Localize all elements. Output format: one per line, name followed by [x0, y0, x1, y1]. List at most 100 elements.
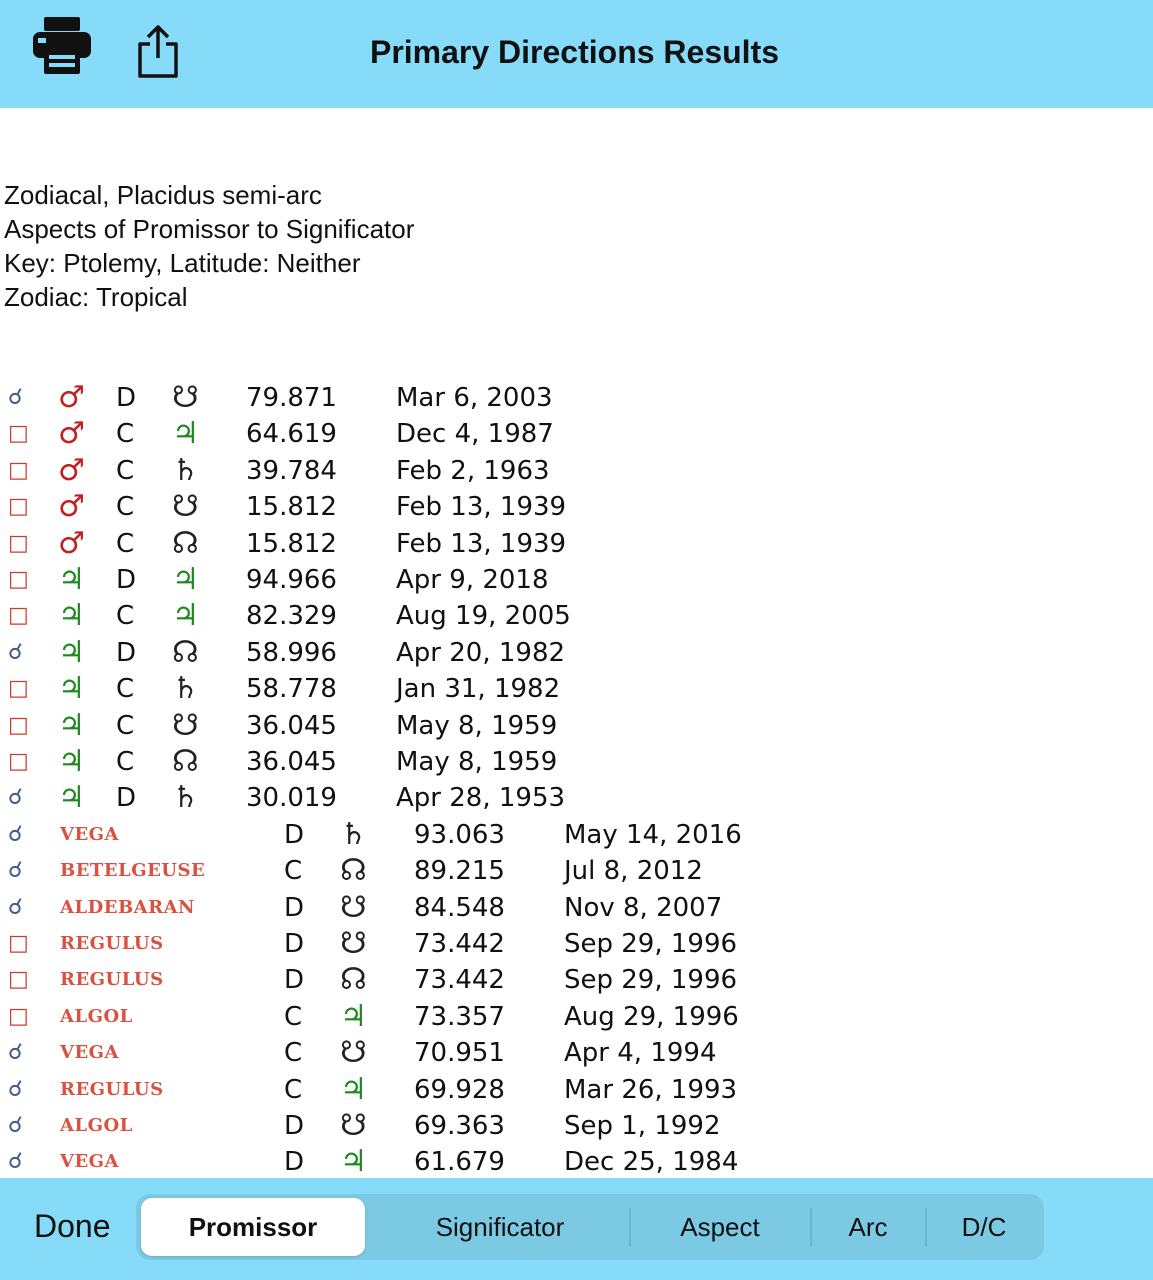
arc-value: 36.045 [246, 710, 337, 741]
direction-type: C [116, 674, 135, 705]
aspect-symbol: ☌ [8, 1149, 23, 1175]
aspect-symbol: □ [8, 421, 29, 447]
direction-date: Nov 8, 2007 [564, 892, 723, 923]
aspect-symbol: □ [8, 457, 29, 483]
direction-date: Dec 25, 1984 [564, 1147, 739, 1178]
direction-row: ☌ VEGA D ♃ 61.679 Dec 25, 1984 [0, 1144, 1153, 1180]
direction-row: ☌ BETELGEUSE C ☊ 89.215 Jul 8, 2012 [0, 853, 1153, 889]
arc-value: 36.045 [246, 747, 337, 777]
direction-date: Feb 13, 1939 [396, 528, 567, 559]
segment-aspect[interactable]: Aspect [632, 1198, 808, 1256]
direction-row: ☌ VEGA C ☋ 70.951 Apr 4, 1994 [0, 1035, 1153, 1071]
aspect-symbol: ☌ [8, 785, 23, 811]
fixed-star-name: ALDEBARAN [60, 896, 196, 918]
aspect-symbol: ☌ [8, 1040, 23, 1066]
significator-glyph: ♃ [172, 562, 199, 597]
bottom-toolbar: Done Promissor Significator Aspect Arc D… [0, 1178, 1153, 1280]
direction-row: ☌ VEGA D ♄ 93.063 May 14, 2016 [0, 817, 1153, 853]
arc-value: 69.363 [414, 1111, 505, 1141]
direction-type: C [116, 710, 135, 741]
significator-glyph: ☊ [172, 634, 199, 670]
direction-type: D [284, 1111, 305, 1141]
fixed-star-name: VEGA [60, 1042, 120, 1064]
segment-significator[interactable]: Significator [380, 1198, 620, 1256]
promissor-glyph: ♃ [58, 744, 85, 779]
direction-date: Feb 2, 1963 [396, 455, 550, 486]
direction-row: □ ♂ C ☋ 15.812 Feb 13, 1939 [0, 489, 1153, 525]
page-title: Primary Directions Results [0, 34, 1153, 71]
direction-type: D [284, 1147, 305, 1178]
promissor-glyph: ♂ [58, 489, 85, 525]
fixed-star-name: VEGA [60, 823, 120, 845]
direction-row: □ ALGOL C ♃ 73.357 Aug 29, 1996 [0, 999, 1153, 1035]
direction-date: Dec 4, 1987 [396, 419, 554, 450]
arc-value: 73.357 [414, 1001, 505, 1032]
direction-row: □ ♃ D ♃ 94.966 Apr 9, 2018 [0, 562, 1153, 598]
fixed-star-name: REGULUS [60, 969, 164, 991]
promissor-glyph: ♃ [58, 780, 85, 816]
arc-value: 73.442 [414, 965, 505, 996]
aspect-symbol: □ [8, 567, 29, 592]
direction-date: May 8, 1959 [396, 710, 558, 741]
aspect-mode-text: Aspects of Promissor to Significator [4, 214, 415, 244]
direction-date: Mar 26, 1993 [564, 1074, 738, 1105]
promissor-glyph: ♃ [58, 634, 85, 670]
significator-glyph: ♄ [172, 780, 199, 816]
done-button[interactable]: Done [34, 1208, 111, 1245]
significator-glyph: ♄ [172, 452, 199, 488]
aspect-symbol: □ [8, 676, 29, 702]
direction-date: Aug 29, 1996 [564, 1001, 739, 1032]
arc-value: 15.812 [246, 528, 337, 559]
direction-type: D [284, 929, 305, 959]
direction-row: □ REGULUS D ☊ 73.442 Sep 29, 1996 [0, 962, 1153, 998]
fixed-star-name: VEGA [60, 1151, 120, 1173]
direction-type: C [116, 419, 135, 450]
direction-type: C [116, 747, 135, 777]
promissor-glyph: ♂ [58, 525, 85, 561]
direction-row: □ ♂ C ☊ 15.812 Feb 13, 1939 [0, 526, 1153, 562]
page-title-text: Primary Directions Results [369, 34, 780, 70]
arc-value: 30.019 [246, 783, 337, 814]
direction-row: ☌ ♃ D ♄ 30.019 Apr 28, 1953 [0, 780, 1153, 816]
aspect-symbol: □ [8, 967, 29, 993]
direction-type: D [116, 637, 137, 668]
arc-value: 84.548 [414, 892, 505, 923]
segment-promissor[interactable]: Promissor [141, 1198, 365, 1256]
direction-type: D [116, 565, 137, 595]
segment-arc[interactable]: Arc [812, 1198, 924, 1256]
aspect-symbol: □ [8, 931, 29, 956]
aspect-symbol: □ [8, 749, 29, 774]
direction-date: Aug 19, 2005 [396, 601, 571, 632]
direction-row: ☌ ♂ D ☋ 79.871 Mar 6, 2003 [0, 380, 1153, 416]
direction-row: ☌ REGULUS C ♃ 69.928 Mar 26, 1993 [0, 1072, 1153, 1108]
direction-row: □ ♃ C ♄ 58.778 Jan 31, 1982 [0, 671, 1153, 707]
direction-type: D [284, 819, 305, 850]
significator-glyph: ☋ [172, 707, 199, 743]
direction-type: C [116, 601, 135, 632]
significator-glyph: ♃ [172, 598, 199, 634]
significator-glyph: ☋ [340, 1035, 367, 1071]
promissor-glyph: ♂ [58, 380, 85, 415]
direction-row: □ ♂ C ♃ 64.619 Dec 4, 1987 [0, 416, 1153, 452]
segment-dc[interactable]: D/C [928, 1198, 1040, 1256]
aspect-symbol: ☌ [8, 1076, 23, 1102]
zodiac-text: Zodiac: Tropical [4, 282, 188, 312]
arc-value: 69.928 [414, 1074, 505, 1105]
direction-type: C [116, 455, 135, 486]
direction-type: C [284, 1074, 303, 1105]
arc-value: 89.215 [414, 856, 505, 887]
aspect-symbol: □ [8, 603, 29, 629]
direction-date: Apr 4, 1994 [564, 1038, 717, 1069]
arc-value: 64.619 [246, 419, 337, 450]
significator-glyph: ♃ [340, 1144, 367, 1180]
direction-date: Apr 28, 1953 [396, 783, 566, 814]
direction-date: May 14, 2016 [564, 819, 742, 850]
header-bar: Primary Directions Results [0, 0, 1153, 108]
arc-value: 61.679 [414, 1147, 505, 1178]
fixed-star-name: ALGOL [60, 1005, 133, 1027]
arc-value: 73.442 [414, 929, 505, 959]
significator-glyph: ☋ [340, 1108, 367, 1143]
promissor-glyph: ♂ [58, 452, 85, 488]
significator-glyph: ♃ [340, 998, 367, 1034]
direction-row: □ ♃ C ☋ 36.045 May 8, 1959 [0, 708, 1153, 744]
